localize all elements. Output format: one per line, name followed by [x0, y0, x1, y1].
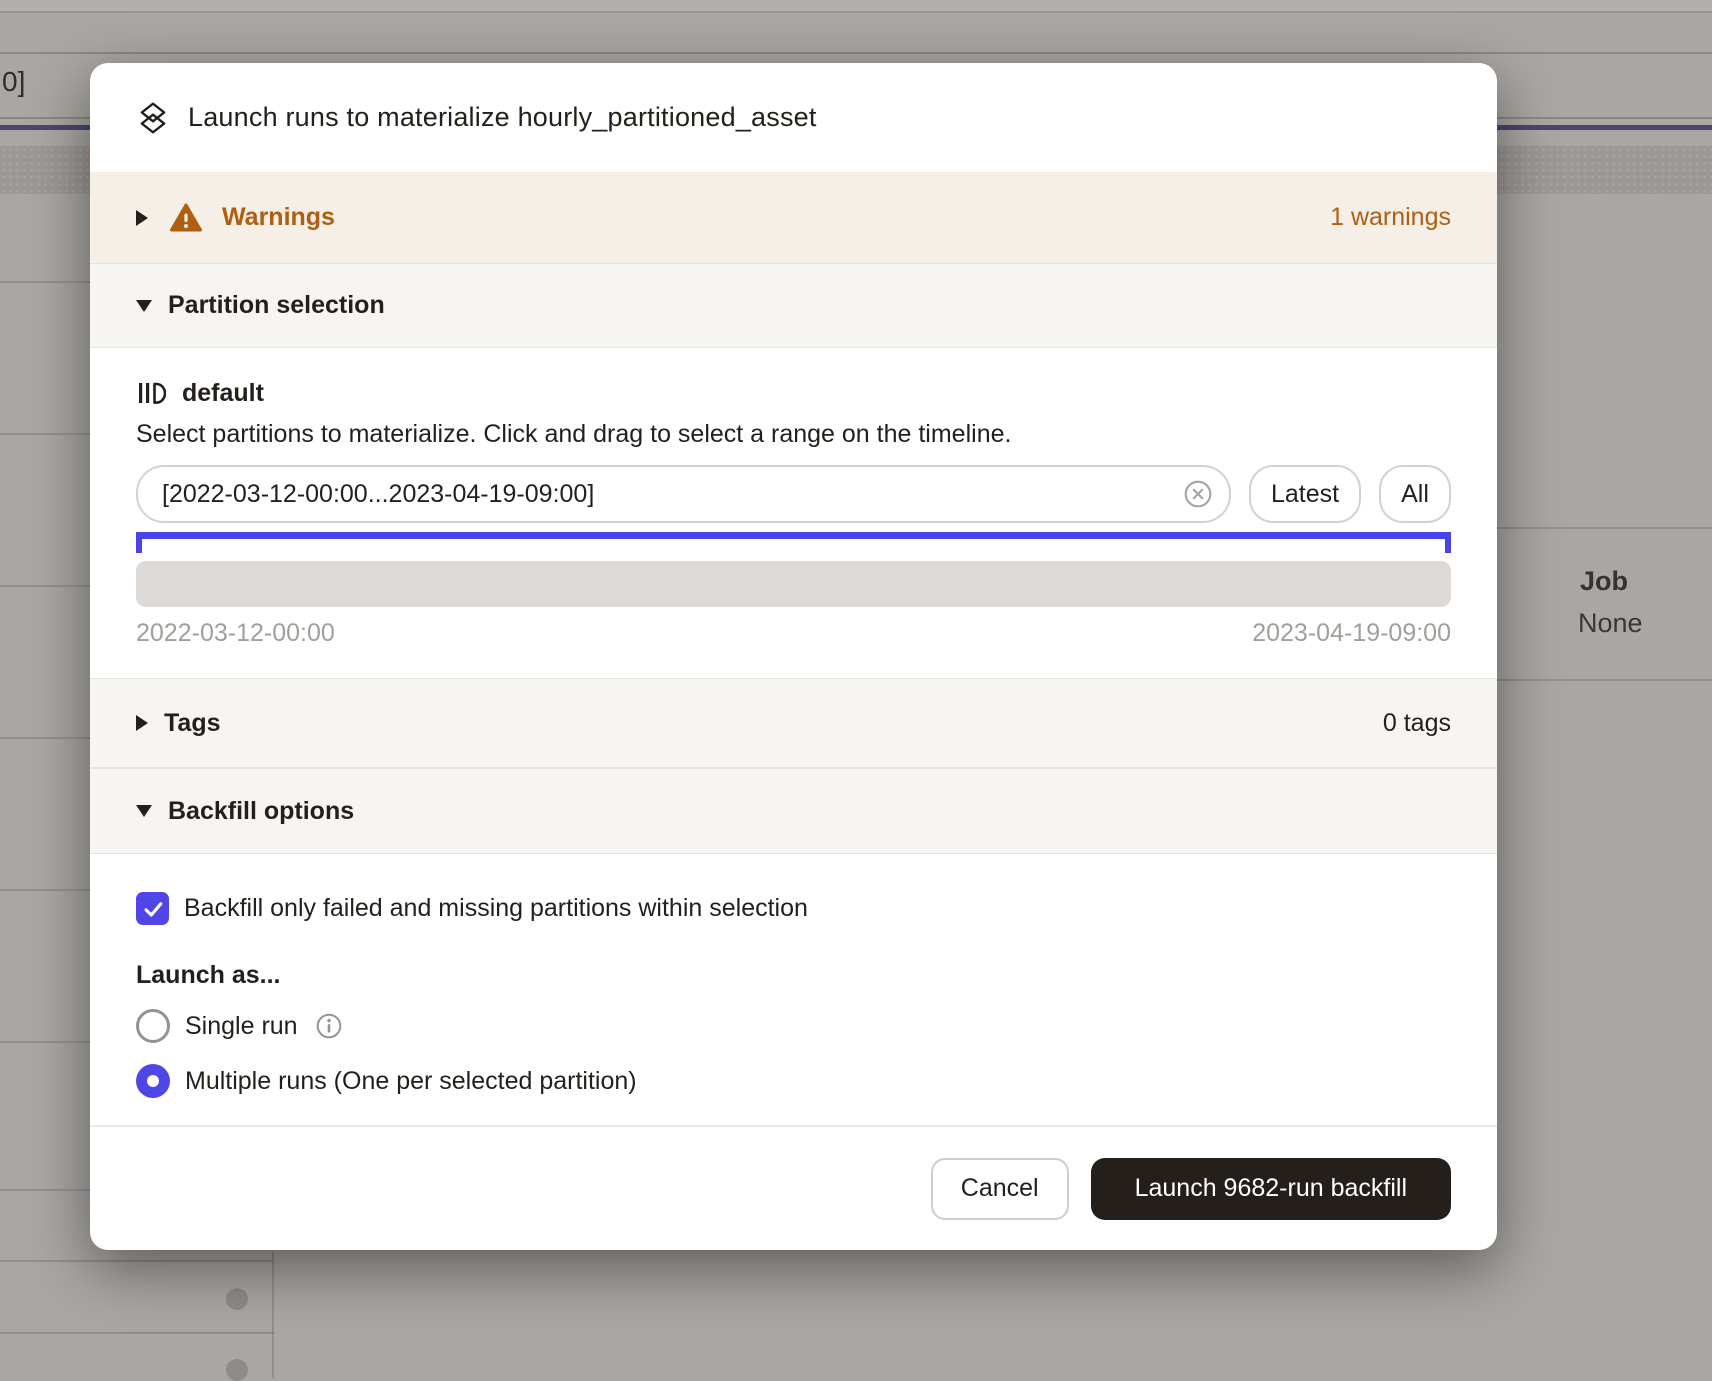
background-row-divider — [0, 1332, 273, 1334]
dialog-title: Launch runs to materialize hourly_partit… — [188, 102, 817, 133]
clear-input-icon[interactable] — [1183, 479, 1213, 509]
all-button[interactable]: All — [1379, 465, 1451, 523]
warnings-count: 1 warnings — [1330, 203, 1451, 232]
warnings-section-toggle[interactable]: Warnings 1 warnings — [90, 172, 1497, 263]
chevron-right-icon — [136, 715, 148, 731]
background-column-divider — [272, 1252, 274, 1378]
backfill-options-body: Backfill only failed and missing partiti… — [90, 854, 1497, 1125]
chevron-right-icon — [136, 210, 148, 226]
cancel-button[interactable]: Cancel — [931, 1158, 1069, 1220]
partition-range-input[interactable] — [136, 465, 1231, 523]
background-row-divider — [0, 1189, 90, 1191]
background-row-divider — [0, 585, 90, 587]
range-start-label: 2022-03-12-00:00 — [136, 619, 335, 648]
background-row-divider — [1494, 679, 1712, 681]
launch-backfill-dialog: Launch runs to materialize hourly_partit… — [90, 63, 1497, 1250]
chevron-down-icon — [136, 805, 152, 817]
partition-selection-description: Select partitions to materialize. Click … — [136, 420, 1451, 449]
chevron-down-icon — [136, 300, 152, 312]
multiple-runs-radio[interactable] — [136, 1064, 170, 1098]
launch-as-label: Launch as... — [136, 961, 1451, 990]
checkmark-icon — [140, 896, 166, 922]
info-icon[interactable] — [315, 1012, 343, 1040]
partition-dimension-name: default — [182, 379, 264, 408]
tags-section-toggle[interactable]: Tags 0 tags — [90, 678, 1497, 767]
latest-button[interactable]: Latest — [1249, 465, 1361, 523]
background-divider — [0, 52, 1712, 54]
materialize-icon — [136, 101, 170, 135]
background-row-divider — [0, 1260, 273, 1262]
tags-label: Tags — [164, 709, 221, 738]
background-row-divider — [0, 737, 90, 739]
dialog-footer: Cancel Launch 9682-run backfill — [90, 1125, 1497, 1250]
background-row-divider — [0, 281, 90, 283]
background-row-divider — [0, 889, 90, 891]
background-job-column-value: None — [1578, 608, 1643, 639]
background-status-dot — [226, 1288, 248, 1310]
background-row-divider — [1494, 527, 1712, 529]
backfill-options-toggle[interactable]: Backfill options — [90, 767, 1497, 854]
partition-range-selection-bar[interactable] — [136, 532, 1451, 539]
background-job-column-header: Job — [1580, 566, 1628, 597]
background-row-divider — [0, 433, 90, 435]
single-run-label: Single run — [185, 1012, 298, 1041]
background-partial-text: 0] — [2, 66, 25, 98]
backfill-only-failed-label: Backfill only failed and missing partiti… — [184, 894, 808, 923]
partition-set-icon — [136, 378, 166, 408]
warning-triangle-icon — [170, 203, 202, 233]
partition-selection-body: default Select partitions to materialize… — [90, 348, 1497, 678]
dialog-header: Launch runs to materialize hourly_partit… — [90, 63, 1497, 172]
tags-count: 0 tags — [1383, 709, 1451, 738]
warnings-label: Warnings — [222, 203, 335, 232]
partition-health-timeline[interactable] — [136, 561, 1451, 607]
partition-selection-toggle[interactable]: Partition selection — [90, 263, 1497, 348]
range-end-label: 2023-04-19-09:00 — [1252, 619, 1451, 648]
background-row-divider — [0, 1041, 90, 1043]
backfill-options-header: Backfill options — [168, 797, 354, 826]
multiple-runs-label: Multiple runs (One per selected partitio… — [185, 1067, 637, 1096]
launch-backfill-button[interactable]: Launch 9682-run backfill — [1091, 1158, 1451, 1220]
background-top-strip — [0, 0, 1712, 13]
partition-selection-header: Partition selection — [168, 291, 385, 320]
backfill-only-failed-checkbox[interactable] — [136, 892, 169, 925]
single-run-radio[interactable] — [136, 1009, 170, 1043]
